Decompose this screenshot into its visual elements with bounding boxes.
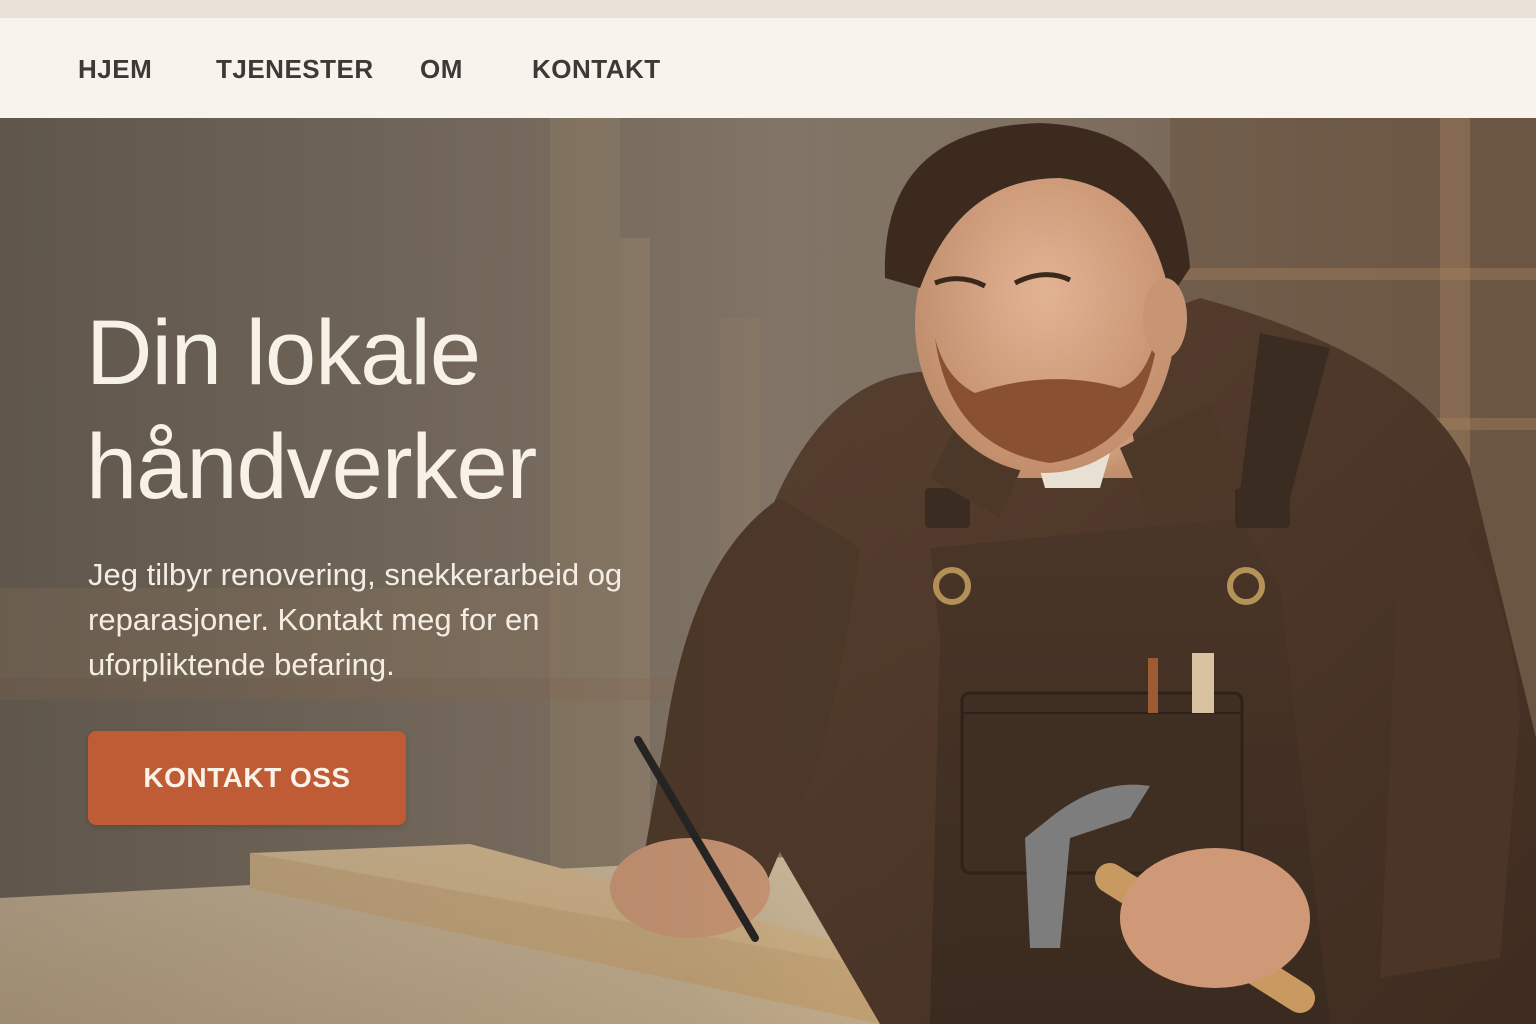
hero-section: Din lokale håndverker Jeg tilbyr renover… xyxy=(0,118,1536,1024)
page: HJEM TJENESTER OM KONTAKT Din lokale hån… xyxy=(0,0,1536,1024)
hero-headline: Din lokale håndverker xyxy=(86,296,726,524)
hero-headline-line-1: Din lokale xyxy=(86,302,481,404)
hero-subtext-line-1: Jeg tilbyr renovering, snekkerarbeid og xyxy=(88,557,623,592)
nav-link-tjenester[interactable]: TJENESTER xyxy=(216,54,374,84)
hero-subtext-line-3: uforpliktende befaring. xyxy=(88,647,395,682)
hero-subtext: Jeg tilbyr renovering, snekkerarbeid og … xyxy=(88,552,708,687)
contact-us-button[interactable]: KONTAKT OSS xyxy=(88,731,406,825)
hero-subtext-line-2: reparasjoner. Kontakt meg for en xyxy=(88,602,540,637)
top-strip xyxy=(0,0,1536,18)
nav-link-hjem[interactable]: HJEM xyxy=(78,54,152,84)
nav-link-kontakt[interactable]: KONTAKT xyxy=(532,54,661,84)
main-navigation: HJEM TJENESTER OM KONTAKT xyxy=(0,18,1536,118)
hero-headline-line-2: håndverker xyxy=(86,416,537,518)
nav-link-om[interactable]: OM xyxy=(420,54,463,84)
